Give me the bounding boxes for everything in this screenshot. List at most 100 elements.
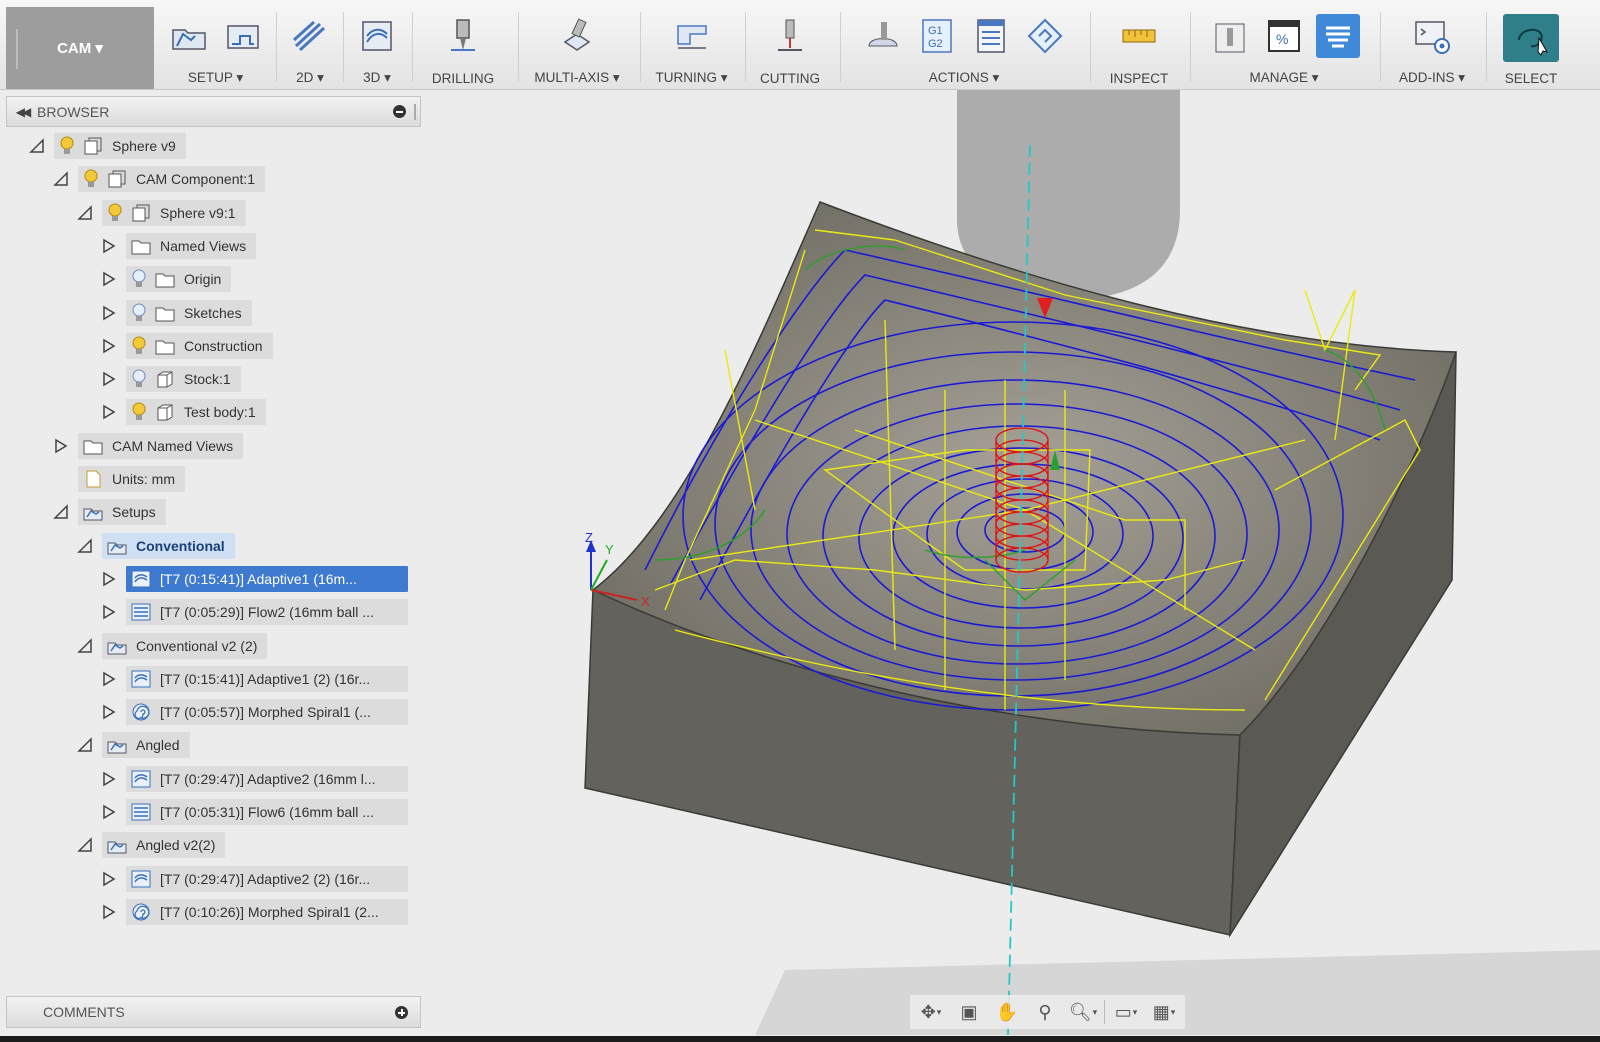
drill-icon[interactable] <box>441 14 485 58</box>
tree-item[interactable]: CAM Component:1 <box>78 166 266 193</box>
expand-triangle-icon[interactable] <box>100 870 118 888</box>
look-at-icon[interactable]: ▣ <box>952 998 986 1026</box>
multi-axis-icon[interactable] <box>555 14 599 58</box>
grid-icon[interactable]: ▦ ▾ <box>1147 998 1181 1026</box>
tree-item[interactable]: Origin <box>126 266 232 293</box>
tree-row[interactable]: [T7 (0:10:26)] Morphed Spiral1 (2... <box>100 898 408 926</box>
tree-item[interactable]: [T7 (0:29:47)] Adaptive2 (16mm l... <box>126 765 408 792</box>
tree-row[interactable]: Stock:1 <box>100 365 241 393</box>
tree-row[interactable]: [T7 (0:05:29)] Flow2 (16mm ball ... <box>100 598 408 626</box>
tree-row[interactable]: Sketches <box>100 299 252 327</box>
setup-group[interactable]: SETUP ▾ <box>158 8 273 88</box>
3d-group[interactable]: 3D ▾ <box>347 8 407 88</box>
tree-row[interactable]: Test body:1 <box>100 398 266 426</box>
3d-viewport[interactable]: Z Y X <box>425 90 1600 1035</box>
tree-row[interactable]: [T7 (0:15:41)] Adaptive1 (16m... <box>100 565 408 593</box>
setup-sheet-actions-icon[interactable] <box>969 14 1013 58</box>
tree-item[interactable]: Construction <box>126 332 273 359</box>
select-group[interactable]: SELECT <box>1490 8 1572 88</box>
collapse-triangle-icon[interactable] <box>76 736 94 754</box>
tree-row[interactable]: [T7 (0:15:41)] Adaptive1 (2) (16r... <box>100 665 408 693</box>
turning-group[interactable]: TURNING ▾ <box>644 8 739 88</box>
tree-item[interactable]: Angled <box>102 732 190 759</box>
expand-triangle-icon[interactable] <box>100 403 118 421</box>
expand-triangle-icon[interactable] <box>100 803 118 821</box>
tree-row[interactable]: Construction <box>100 332 273 360</box>
tree-item[interactable]: [T7 (0:05:29)] Flow2 (16mm ball ... <box>126 599 408 626</box>
tree-item[interactable]: Sphere v9 <box>54 133 186 159</box>
visibility-bulb-icon[interactable] <box>130 268 148 290</box>
tree-item[interactable]: CAM Named Views <box>78 432 244 459</box>
expand-triangle-icon[interactable] <box>100 237 118 255</box>
tree-row[interactable]: Sphere v9 <box>28 132 186 160</box>
tree-row[interactable]: [T7 (0:05:31)] Flow6 (16mm ball ... <box>100 798 408 826</box>
tree-item[interactable]: [T7 (0:15:41)] Adaptive1 (2) (16r... <box>126 665 408 692</box>
tree-item[interactable]: Units: mm <box>78 466 185 492</box>
pan-icon[interactable]: ✋ <box>990 998 1024 1026</box>
tree-item[interactable]: Conventional v2 (2) <box>102 632 268 659</box>
expand-triangle-icon[interactable] <box>100 570 118 588</box>
tree-row[interactable]: CAM Component:1 <box>52 165 266 193</box>
expand-triangle-icon[interactable] <box>100 703 118 721</box>
drilling-group[interactable]: DRILLING <box>418 8 508 88</box>
tree-item[interactable]: Stock:1 <box>126 366 241 393</box>
manage-group[interactable]: % MANAGE ▾ <box>1194 8 1374 88</box>
tree-row[interactable]: [T7 (0:29:47)] Adaptive2 (16mm l... <box>100 765 408 793</box>
expand-triangle-icon[interactable] <box>100 337 118 355</box>
collapse-panel-icon[interactable]: ◀◀ <box>7 105 37 119</box>
collapse-triangle-icon[interactable] <box>76 836 94 854</box>
tree-row[interactable]: [T7 (0:29:47)] Adaptive2 (2) (16r... <box>100 865 408 893</box>
visibility-bulb-icon[interactable] <box>58 135 76 157</box>
tree-row[interactable]: Units: mm <box>52 465 185 493</box>
cutting-group[interactable]: CUTTING <box>750 8 830 88</box>
tree-item[interactable]: [T7 (0:29:47)] Adaptive2 (2) (16r... <box>126 865 408 892</box>
tree-item[interactable]: Test body:1 <box>126 399 266 426</box>
visibility-bulb-icon[interactable] <box>106 202 124 224</box>
post-process-icon[interactable]: G1 G2 <box>915 14 959 58</box>
tree-row[interactable]: Conventional v2 (2) <box>76 632 268 660</box>
zoom-window-icon[interactable]: 🔍︎ ▾ <box>1066 998 1100 1026</box>
measure-icon[interactable] <box>1117 14 1161 58</box>
template-icon[interactable]: % <box>1262 14 1306 58</box>
post-library-icon[interactable] <box>1316 14 1360 58</box>
expand-triangle-icon[interactable] <box>100 603 118 621</box>
tree-row[interactable]: [T7 (0:05:57)] Morphed Spiral1 (... <box>100 698 408 726</box>
tree-item[interactable]: [T7 (0:15:41)] Adaptive1 (16m... <box>126 565 408 592</box>
2d-pocket-icon[interactable] <box>288 14 332 58</box>
tree-row[interactable]: Setups <box>52 498 166 526</box>
expand-triangle-icon[interactable] <box>52 437 70 455</box>
setup-folder-icon[interactable] <box>167 14 211 58</box>
collapse-triangle-icon[interactable] <box>76 537 94 555</box>
visibility-bulb-icon[interactable] <box>130 335 148 357</box>
scripts-addins-icon[interactable] <box>1410 14 1454 58</box>
inspect-group[interactable]: INSPECT <box>1094 8 1184 88</box>
tree-item[interactable]: Angled v2(2) <box>102 832 226 859</box>
generate-icon[interactable] <box>1023 14 1067 58</box>
actions-group[interactable]: G1 G2 ACTIONS ▾ <box>848 8 1080 88</box>
turning-icon[interactable] <box>670 14 714 58</box>
tree-item[interactable]: Conventional <box>102 532 235 559</box>
tree-row[interactable]: Angled v2(2) <box>76 831 226 859</box>
visibility-bulb-icon[interactable] <box>130 302 148 324</box>
select-icon[interactable] <box>1503 14 1559 62</box>
3d-adaptive-icon[interactable] <box>355 14 399 58</box>
add-ins-group[interactable]: ADD-INS ▾ <box>1384 8 1480 88</box>
expand-triangle-icon[interactable] <box>100 903 118 921</box>
visibility-bulb-icon[interactable] <box>130 368 148 390</box>
tree-row[interactable]: CAM Named Views <box>52 432 244 460</box>
tree-row[interactable]: Angled <box>76 731 190 759</box>
tree-row[interactable]: Named Views <box>100 232 257 260</box>
multi-axis-group[interactable]: MULTI-AXIS ▾ <box>522 8 632 88</box>
tree-row[interactable]: Origin <box>100 265 232 293</box>
cutting-icon[interactable] <box>768 14 812 58</box>
tree-item[interactable]: Setups <box>78 499 166 526</box>
tree-item[interactable]: [T7 (0:05:31)] Flow6 (16mm ball ... <box>126 799 408 825</box>
add-comment-icon[interactable] <box>395 1006 408 1019</box>
tree-item[interactable]: Named Views <box>126 232 257 259</box>
collapse-triangle-icon[interactable] <box>52 170 70 188</box>
zoom-icon[interactable]: ⚲ <box>1028 998 1062 1026</box>
simulate-icon[interactable] <box>861 14 905 58</box>
tree-item[interactable]: Sphere v9:1 <box>102 199 246 226</box>
tree-item[interactable]: Sketches <box>126 299 252 326</box>
collapse-triangle-icon[interactable] <box>76 637 94 655</box>
